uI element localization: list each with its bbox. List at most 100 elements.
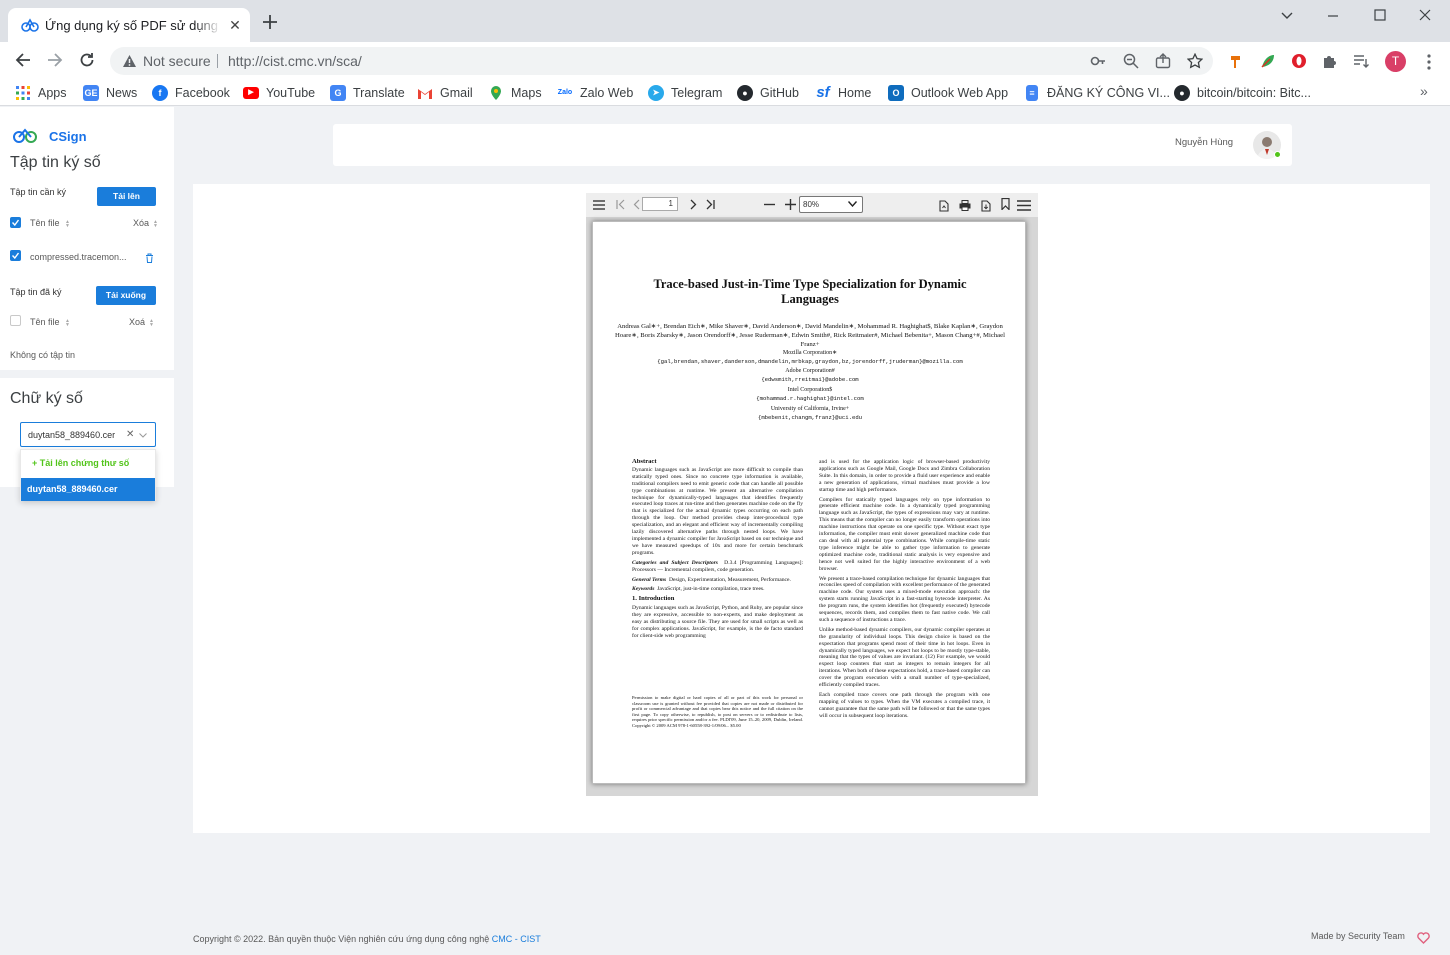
print-icon[interactable] (959, 200, 971, 211)
bookmark-label: Translate (353, 86, 405, 100)
outlook-icon: O (888, 85, 904, 101)
heart-icon (1417, 932, 1430, 944)
download-file-icon[interactable] (981, 200, 991, 212)
right-column: and is used for the application logic of… (819, 459, 990, 741)
translate-icon: G (330, 85, 346, 101)
bookmark-news[interactable]: GE News (83, 84, 139, 102)
made-by-text: Made by Security Team (1311, 931, 1405, 941)
maximize-icon[interactable] (1365, 6, 1395, 26)
bookmark-star-icon[interactable] (1187, 53, 1203, 69)
github-icon: ● (737, 85, 753, 101)
files-section-title: Tập tin ký số (10, 154, 101, 171)
bookmark-apps[interactable]: Apps (15, 84, 70, 102)
apps-grid-icon (15, 85, 31, 101)
affiliation-adobe: Adobe Corporation# {edwsmith,rreitmai}@a… (615, 368, 1005, 383)
forward-arrow-icon[interactable] (46, 51, 64, 69)
zoom-select[interactable]: 80% (799, 196, 863, 213)
open-file-icon[interactable] (939, 200, 949, 212)
next-page-icon[interactable] (689, 199, 697, 210)
signed-filename-column-header[interactable]: Tên file (30, 317, 60, 327)
extension-leaf-icon[interactable] (1260, 53, 1276, 69)
browser-toolbar: Not secure http://cist.cmc.vn/sca/ T (0, 42, 1450, 80)
bookmark-label: GitHub (760, 86, 799, 100)
bookmark-outlook[interactable]: O Outlook Web App (888, 84, 1012, 102)
file-row-checkbox[interactable] (10, 250, 21, 261)
bookmark-translate[interactable]: G Translate (330, 84, 405, 102)
terms-label: General Terms (632, 576, 667, 583)
zoom-out-icon[interactable] (1123, 53, 1139, 69)
upload-certificate-option[interactable]: + Tải lên chứng thư số (32, 458, 129, 468)
extensions-puzzle-icon[interactable] (1322, 53, 1338, 69)
to-sign-file-name[interactable]: compressed.tracemon... (30, 252, 127, 262)
clear-icon[interactable]: ✕ (126, 429, 134, 440)
last-page-icon[interactable] (705, 199, 715, 210)
close-window-icon[interactable] (1410, 6, 1440, 26)
user-name[interactable]: Nguyễn Hùng (1175, 137, 1233, 148)
select-all-checkbox[interactable] (10, 217, 21, 228)
permission-notice: Permission to make digital or hard copie… (632, 695, 803, 728)
profile-avatar[interactable]: T (1385, 51, 1406, 72)
key-icon[interactable] (1090, 53, 1106, 69)
bookmark-label: Maps (511, 86, 542, 100)
sort-icon[interactable]: ▲ ▼ (65, 220, 70, 229)
certificate-option[interactable]: duytan58_889460.cer (21, 478, 155, 501)
affiliation-email: {gal,brendan,shaver,danderson,dmandelin,… (657, 357, 963, 365)
terms-block: General Terms Design, Experimentation, M… (632, 577, 803, 584)
warning-triangle-icon[interactable] (122, 54, 137, 68)
extension-hammer-icon[interactable] (1228, 53, 1244, 69)
filename-column-header[interactable]: Tên file (30, 218, 60, 228)
bookmark-zalo[interactable]: Zalo Zalo Web (557, 84, 637, 102)
sort-icon[interactable]: ▲ ▼ (153, 220, 158, 229)
sort-icon[interactable]: ▲ ▼ (149, 319, 154, 328)
paragraph: and is used for the application logic of… (819, 459, 990, 493)
share-icon[interactable] (1155, 53, 1171, 69)
browser-menu-icon[interactable] (1426, 54, 1432, 70)
bookmark-youtube[interactable]: ▶ YouTube (243, 84, 318, 102)
minimize-icon[interactable] (1318, 6, 1348, 26)
zoom-in-icon[interactable] (785, 199, 796, 210)
browser-tab[interactable]: Ứng dụng ký số PDF sử dụng dịch vụ chữ k… (8, 8, 250, 42)
page-number-input[interactable]: 1 (642, 197, 678, 211)
first-page-icon[interactable] (616, 199, 626, 210)
bookmark-facebook[interactable]: f Facebook (152, 84, 232, 102)
paper-title: Trace-based Just-in-Time Type Specializa… (653, 277, 967, 306)
address-bar[interactable]: Not secure http://cist.cmc.vn/sca/ (110, 47, 1213, 75)
signed-select-all-checkbox[interactable] (10, 315, 21, 326)
facebook-icon: f (152, 85, 168, 101)
bookmark-gmail[interactable]: Gmail (417, 84, 475, 102)
back-arrow-icon[interactable] (14, 51, 32, 69)
bookmark-telegram[interactable]: ➤ Telegram (648, 84, 726, 102)
reading-list-icon[interactable] (1353, 53, 1369, 69)
download-button[interactable]: Tải xuống (96, 286, 156, 305)
opera-extension-icon[interactable] (1291, 53, 1307, 69)
previous-page-icon[interactable] (633, 199, 641, 210)
zoom-value: 80% (803, 200, 820, 209)
bookmark-github[interactable]: ● GitHub (737, 84, 803, 102)
org-link[interactable]: CMC - CIST (492, 934, 541, 944)
not-secure-label[interactable]: Not secure (143, 53, 211, 69)
telegram-icon: ➤ (648, 85, 664, 101)
sort-icon[interactable]: ▲ ▼ (65, 319, 70, 328)
bookmark-icon[interactable] (1001, 198, 1010, 210)
bookmark-home[interactable]: sf Home (815, 84, 875, 102)
tab-close-icon[interactable]: ✕ (227, 17, 243, 33)
bookmark-maps[interactable]: Maps (488, 84, 544, 102)
upload-button[interactable]: Tải lên (97, 187, 156, 206)
new-tab-icon[interactable] (262, 14, 278, 30)
affiliation-name: Adobe Corporation# (785, 368, 835, 374)
bookmark-label: YouTube (266, 86, 316, 100)
url-text[interactable]: http://cist.cmc.vn/sca/ (228, 53, 362, 69)
bookmark-dang-ky[interactable]: ≡ ĐĂNG KÝ CÔNG VI... (1024, 84, 1170, 102)
bookmark-bitcoin[interactable]: ● bitcoin/bitcoin: Bitc... (1174, 84, 1314, 102)
tools-menu-icon[interactable] (1017, 200, 1031, 211)
zoom-out-icon[interactable] (764, 203, 775, 206)
trash-icon[interactable] (145, 253, 154, 263)
main-card: 1 80% Trace-based Just-in-Time Type Spec… (193, 184, 1430, 833)
certificate-select[interactable]: duytan58_889460.cer ✕ (20, 422, 156, 447)
chevron-down-icon[interactable] (139, 433, 147, 438)
more-bookmarks-chevron-icon[interactable]: » (1420, 83, 1428, 99)
reload-icon[interactable] (78, 51, 96, 69)
tab-search-chevron-icon[interactable] (1272, 6, 1302, 26)
sidebar-toggle-icon[interactable] (593, 200, 605, 210)
affiliation-email: {edwsmith,rreitmai}@adobe.com (761, 375, 859, 383)
